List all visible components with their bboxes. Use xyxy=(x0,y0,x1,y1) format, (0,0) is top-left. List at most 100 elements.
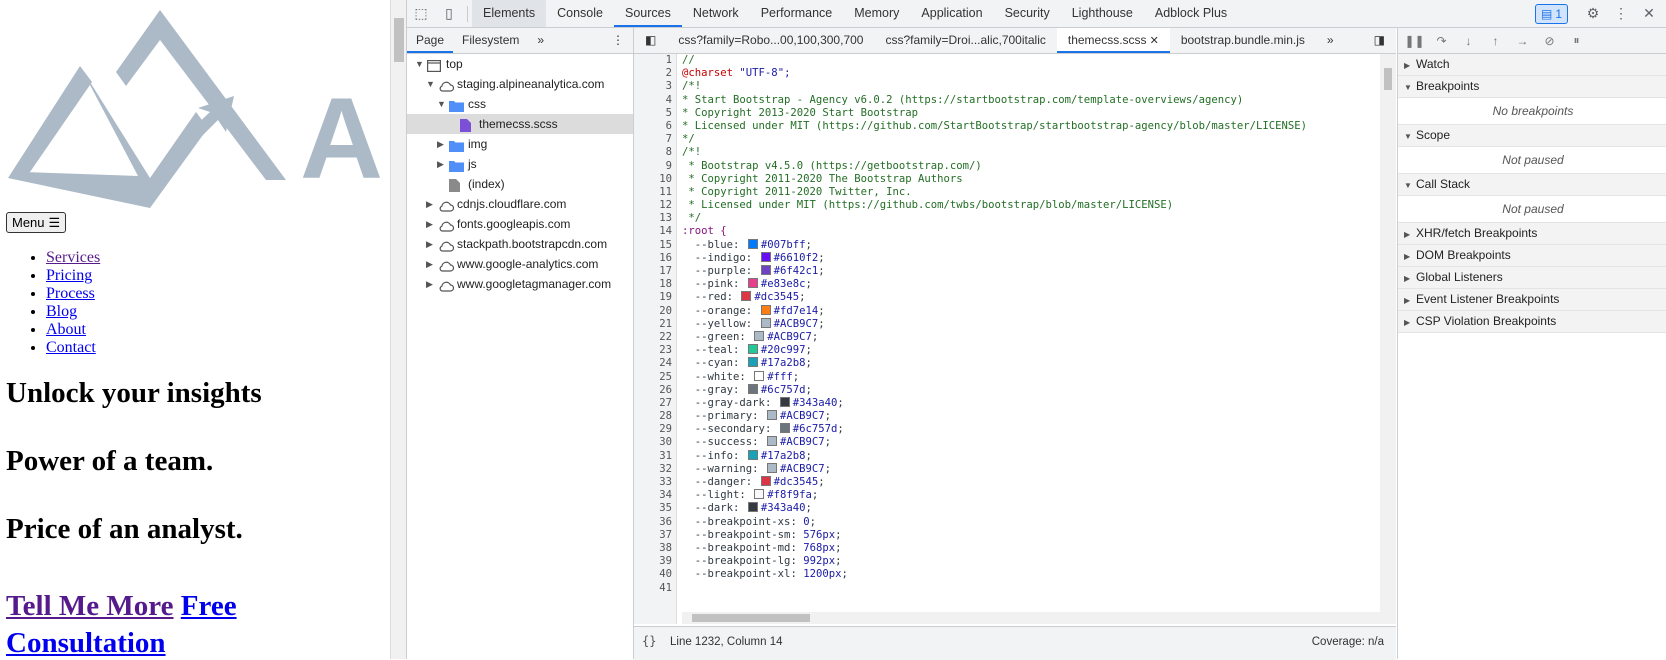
tab-sources[interactable]: Sources xyxy=(613,0,682,27)
coverage-status[interactable]: Coverage: n/a xyxy=(1312,636,1384,648)
tree-item[interactable]: ▶ stackpath.bootstrapcdn.com xyxy=(407,234,633,254)
triangle-right-icon[interactable]: ▶ xyxy=(426,194,436,214)
editor-tab[interactable]: css?family=Droi...alic,700italic xyxy=(874,28,1056,53)
editor-vertical-thumb[interactable] xyxy=(1384,68,1392,90)
gear-icon[interactable]: ⚙ xyxy=(1579,0,1607,27)
debugger-section-watch[interactable]: ▶ Watch xyxy=(1398,54,1666,76)
step-out-icon[interactable]: ↑ xyxy=(1483,28,1508,53)
debugger-section-scope[interactable]: ▼ Scope xyxy=(1398,125,1666,147)
pause-icon[interactable]: ❚❚ xyxy=(1402,28,1427,53)
tree-item[interactable]: ▶ www.google-analytics.com xyxy=(407,254,633,274)
debugger-section-call-stack[interactable]: ▼ Call Stack xyxy=(1398,174,1666,196)
tree-item[interactable]: ▼ css xyxy=(407,94,633,114)
tab-lighthouse[interactable]: Lighthouse xyxy=(1061,0,1144,27)
tab-memory[interactable]: Memory xyxy=(843,0,910,27)
debugger-section-event-listener-breakpoints[interactable]: ▶ Event Listener Breakpoints xyxy=(1398,289,1666,311)
color-swatch-icon[interactable] xyxy=(760,251,771,262)
close-tab-icon[interactable]: ✕ xyxy=(1147,35,1159,47)
close-icon[interactable]: ✕ xyxy=(1635,0,1663,27)
pretty-print-button[interactable]: {} xyxy=(642,634,656,648)
editor-tab[interactable]: css?family=Robo...00,100,300,700 xyxy=(667,28,874,53)
tab-security[interactable]: Security xyxy=(994,0,1061,27)
color-swatch-icon[interactable] xyxy=(779,423,790,434)
triangle-down-icon[interactable]: ▼ xyxy=(415,54,425,74)
page-scrollbar[interactable] xyxy=(390,0,407,659)
color-swatch-icon[interactable] xyxy=(760,476,771,486)
tab-page[interactable]: Page xyxy=(407,28,454,53)
debugger-section-dom-breakpoints[interactable]: ▶ DOM Breakpoints xyxy=(1398,245,1666,267)
triangle-right-icon[interactable]: ▶ xyxy=(426,254,436,274)
triangle-right-icon[interactable]: ▶ xyxy=(437,134,447,154)
step-icon[interactable]: → xyxy=(1510,28,1535,53)
color-swatch-icon[interactable] xyxy=(760,304,771,315)
tree-item[interactable]: ▼ top xyxy=(407,54,633,74)
color-swatch-icon[interactable] xyxy=(747,357,758,368)
color-swatch-icon[interactable] xyxy=(766,436,777,447)
tree-item[interactable]: ▼ staging.alpineanalytica.com xyxy=(407,74,633,94)
color-swatch-icon[interactable] xyxy=(747,344,758,355)
tree-item[interactable]: themecss.scss xyxy=(407,114,633,134)
color-swatch-icon[interactable] xyxy=(754,370,765,381)
tell-me-more-link[interactable]: Tell Me More xyxy=(6,590,174,622)
more-tabs-icon[interactable]: » xyxy=(528,28,553,53)
debugger-section-breakpoints[interactable]: ▼ Breakpoints xyxy=(1398,76,1666,98)
tree-item[interactable]: ▶ img xyxy=(407,134,633,154)
toggle-debugger-icon[interactable]: ◨ xyxy=(1363,28,1396,53)
nav-link-process[interactable]: Process xyxy=(46,285,95,302)
tab-network[interactable]: Network xyxy=(682,0,750,27)
editor-tab[interactable]: bootstrap.bundle.min.js xyxy=(1170,28,1316,53)
nav-link-blog[interactable]: Blog xyxy=(46,303,77,320)
triangle-right-icon[interactable]: ▶ xyxy=(426,214,436,234)
step-into-icon[interactable]: ↓ xyxy=(1456,28,1481,53)
tab-performance[interactable]: Performance xyxy=(750,0,844,27)
debugger-section-csp-violation-breakpoints[interactable]: ▶ CSP Violation Breakpoints xyxy=(1398,311,1666,333)
nav-link-services[interactable]: Services xyxy=(46,249,100,266)
color-swatch-icon[interactable] xyxy=(766,462,777,473)
menu-button[interactable]: Menu ☰ xyxy=(6,212,67,233)
inspect-element-icon[interactable]: ⬚ xyxy=(407,0,435,27)
navigator-menu-icon[interactable]: ⋮ xyxy=(603,28,633,53)
color-swatch-icon[interactable] xyxy=(754,330,765,341)
tree-item[interactable]: ▶ js xyxy=(407,154,633,174)
nav-link-pricing[interactable]: Pricing xyxy=(46,267,92,284)
color-swatch-icon[interactable] xyxy=(747,449,758,460)
tree-item[interactable]: (index) xyxy=(407,174,633,194)
color-swatch-icon[interactable] xyxy=(747,383,758,394)
toggle-navigator-icon[interactable]: ◧ xyxy=(634,28,667,53)
tab-application[interactable]: Application xyxy=(910,0,993,27)
color-swatch-icon[interactable] xyxy=(747,278,758,289)
color-swatch-icon[interactable] xyxy=(741,291,752,302)
tab-adblock-plus[interactable]: Adblock Plus xyxy=(1144,0,1238,27)
color-swatch-icon[interactable] xyxy=(760,317,771,328)
device-toolbar-icon[interactable]: ▯ xyxy=(435,0,463,27)
deactivate-breakpoints-icon[interactable]: ⊘ xyxy=(1537,28,1562,53)
triangle-down-icon[interactable]: ▼ xyxy=(437,94,447,114)
editor-tab[interactable]: themecss.scss ✕ xyxy=(1056,28,1170,53)
code-view[interactable]: 1 2 3 4 5 6 7 8 9 10 11 12 13 14 15 16 17 18 19 20 21 22 23 24 2… xyxy=(634,54,1396,624)
color-swatch-icon[interactable] xyxy=(747,502,758,513)
nav-link-contact[interactable]: Contact xyxy=(46,339,96,356)
color-swatch-icon[interactable] xyxy=(747,238,758,249)
issues-badge[interactable]: ▤ 1 xyxy=(1535,4,1569,24)
editor-vertical-scrollbar[interactable] xyxy=(1380,54,1396,624)
color-swatch-icon[interactable] xyxy=(760,265,771,275)
debugger-section-global-listeners[interactable]: ▶ Global Listeners xyxy=(1398,267,1666,289)
pause-on-exceptions-icon[interactable]: ⏸ xyxy=(1564,28,1589,53)
debugger-section-xhr-fetch-breakpoints[interactable]: ▶ XHR/fetch Breakpoints xyxy=(1398,223,1666,245)
page-scroll-thumb[interactable] xyxy=(394,18,404,62)
triangle-down-icon[interactable]: ▼ xyxy=(426,74,436,94)
editor-horizontal-thumb[interactable] xyxy=(692,614,810,622)
editor-horizontal-scrollbar[interactable] xyxy=(682,612,1380,624)
color-swatch-icon[interactable] xyxy=(779,396,790,407)
more-options-icon[interactable]: ⋮ xyxy=(1607,0,1635,27)
tab-filesystem[interactable]: Filesystem xyxy=(453,28,528,53)
tree-item[interactable]: ▶ cdnjs.cloudflare.com xyxy=(407,194,633,214)
triangle-right-icon[interactable]: ▶ xyxy=(426,234,436,254)
tab-elements[interactable]: Elements xyxy=(472,0,547,27)
tree-item[interactable]: ▶ www.googletagmanager.com xyxy=(407,274,633,294)
triangle-right-icon[interactable]: ▶ xyxy=(437,154,447,174)
tab-console[interactable]: Console xyxy=(546,0,614,27)
step-over-icon[interactable]: ↷ xyxy=(1429,28,1454,53)
more-files-icon[interactable]: » xyxy=(1316,28,1345,53)
nav-link-about[interactable]: About xyxy=(46,321,86,338)
